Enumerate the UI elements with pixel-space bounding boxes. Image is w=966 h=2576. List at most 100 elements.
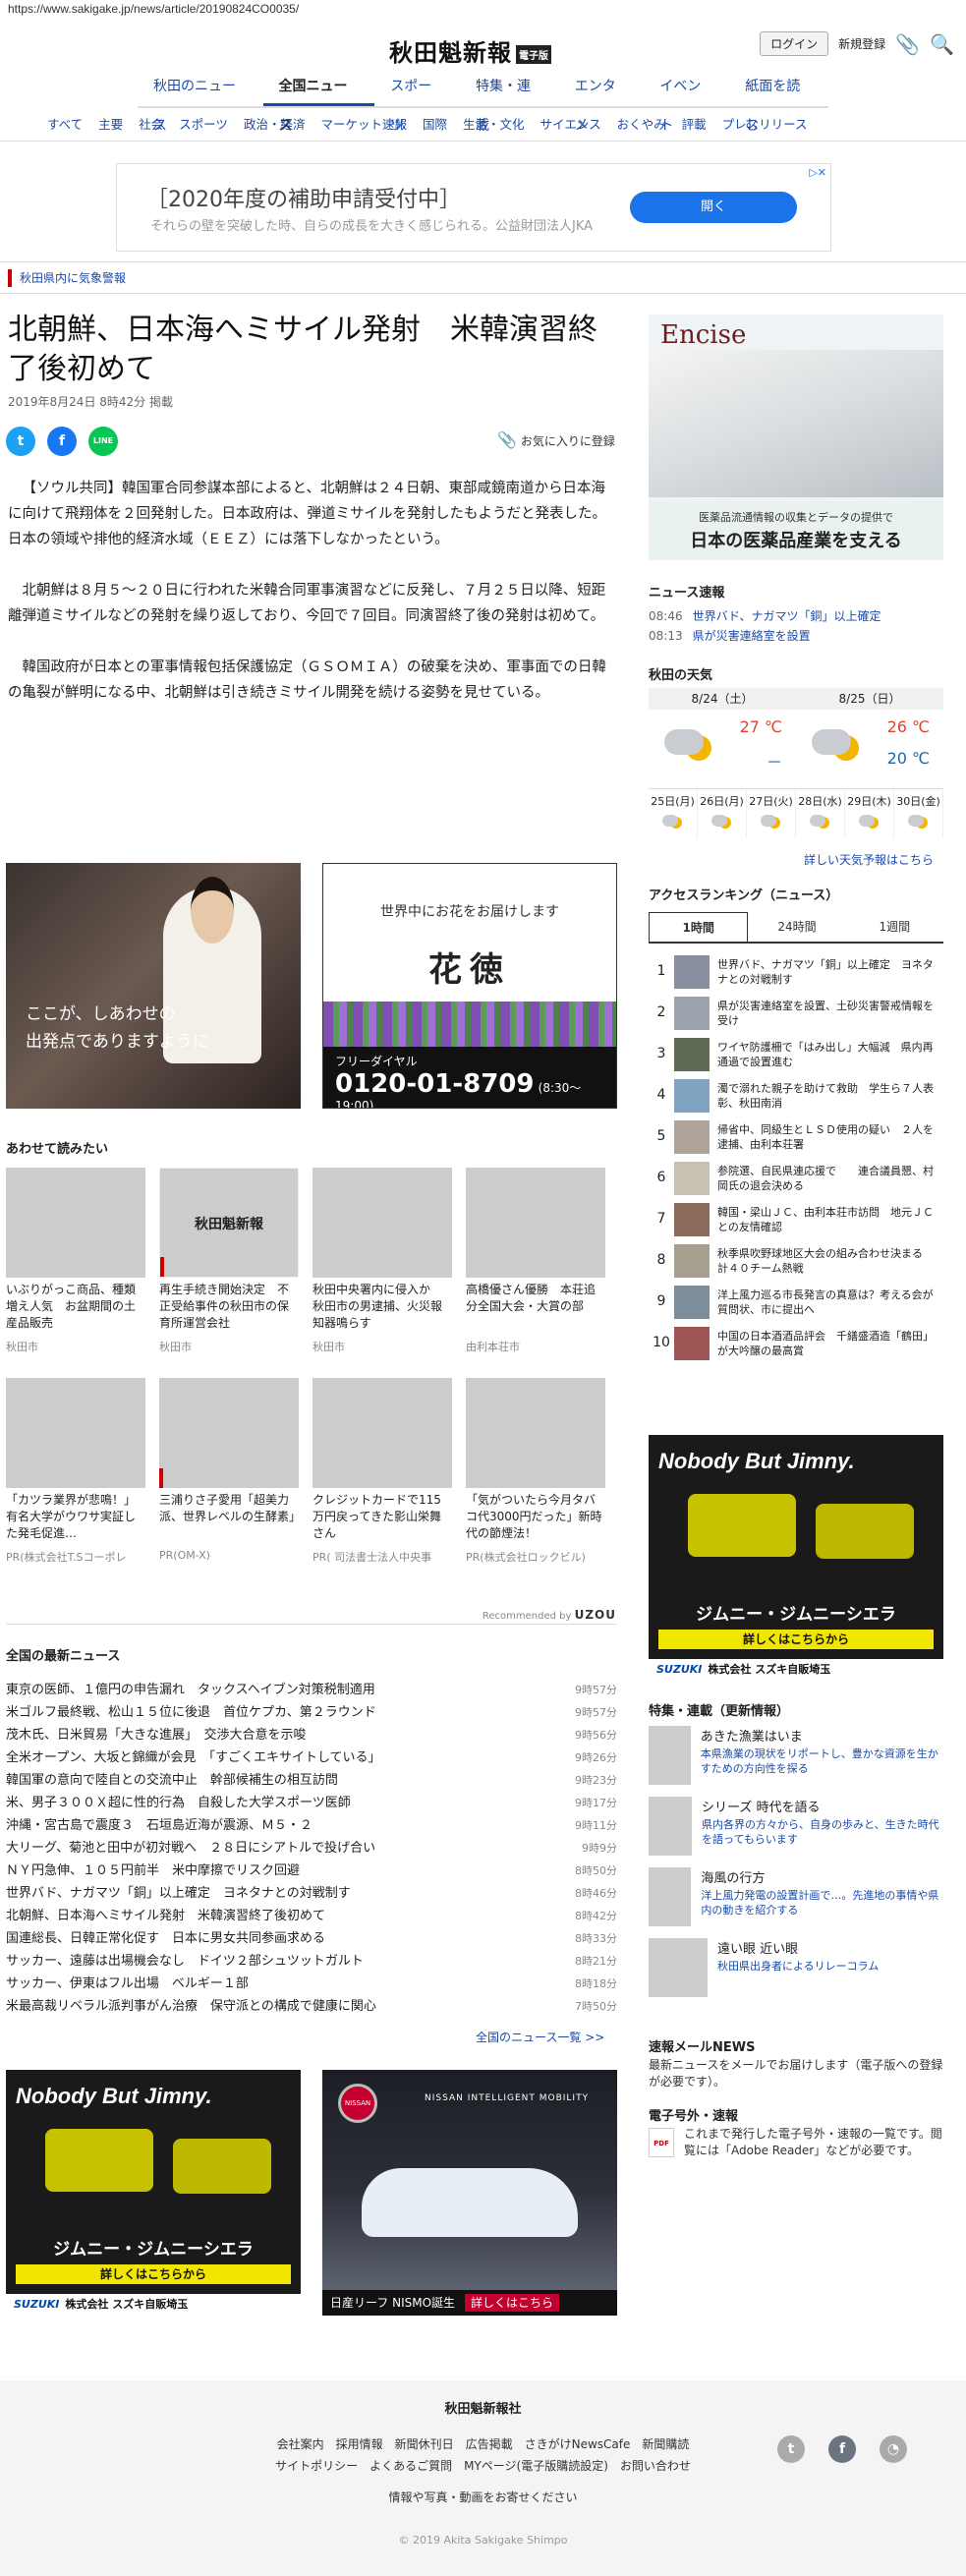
sub-nav-item[interactable]: 評載 — [674, 108, 714, 141]
main-nav-item[interactable]: スポーツ — [374, 67, 460, 134]
sub-nav-item[interactable]: 政治・経済 — [236, 108, 313, 141]
top-ad-banner[interactable]: ［2020年度の補助申請受付中］ それらの壁を突破した時、自らの成長を大きく感じ… — [116, 163, 831, 252]
footer-link[interactable]: 広告掲載 — [466, 2435, 513, 2452]
encise-ad[interactable]: Encise 医薬品流通情報の収集とデータの提供で 日本の医薬品産業を支える — [649, 315, 943, 560]
ranking-item[interactable]: 9 洋上風力巡る市長発言の真意は？考える会が質問状、市に提出へ — [649, 1286, 943, 1327]
ranking-tab[interactable]: 1週間 — [846, 912, 943, 942]
nissan-more-button[interactable]: 詳しくはこちら — [465, 2294, 560, 2312]
login-button[interactable]: ログイン — [760, 31, 829, 56]
sub-nav-item[interactable]: 社会 — [131, 108, 171, 141]
news-list-item[interactable]: サッカー、遠藤は出場機会なし ドイツ２部シュツットガルト 8時21分 — [6, 1950, 617, 1973]
sub-nav-item[interactable]: マーケット速報 — [313, 108, 415, 141]
main-nav-item[interactable]: 紙面を読む — [729, 67, 828, 134]
feature-item[interactable]: 遠い眼 近い眼 秋田県出身者によるリレーコラム — [649, 1938, 943, 2009]
flash-news-item[interactable]: 08:13 県が災害連絡室を設置 — [649, 627, 811, 644]
footer-link[interactable]: サイトポリシー — [275, 2457, 358, 2474]
favorite-link[interactable]: 📎 お気に入りに登録 — [497, 430, 615, 449]
footer-link[interactable]: さきがけNewsCafe — [525, 2435, 631, 2452]
footer-link[interactable]: 会社案内 — [277, 2435, 324, 2452]
adchoices-icon[interactable]: ▷✕ — [809, 166, 826, 179]
footer-link[interactable]: よくあるご質問 — [369, 2457, 452, 2474]
ad-open-button[interactable]: 開く — [630, 192, 797, 223]
news-list-item[interactable]: 米ゴルフ最終戦、松山１５位に後退 首位ケプカ、第２ラウンド 9時57分 — [6, 1701, 617, 1724]
sub-nav-item[interactable]: 主要 — [90, 108, 131, 141]
pr-card[interactable]: 三浦りさ子愛用「超美力派、世界レベルの生酵素」 PR(OM-X) — [159, 1378, 299, 1565]
ranking-item[interactable]: 5 帰省中、同級生とＬＳＤ使用の疑い ２人を逮捕、由利本荘署 — [649, 1120, 943, 1162]
pr-card[interactable]: 「気がついたら今月タバコ代3000円だった」新時代の節煙法！ PR(株式会社ロック… — [466, 1378, 605, 1565]
footer-link[interactable]: MYページ(電子版購読設定) — [464, 2457, 608, 2474]
nissan-ad[interactable]: NISSAN NISSAN INTELLIGENT MOBILITY 日産リーフ… — [322, 2070, 617, 2316]
ranking-item[interactable]: 1 世界バド、ナガマツ「銅」以上確定 ヨネタナとの対戦制す — [649, 955, 943, 997]
feature-item[interactable]: あきた漁業はいま 本県漁業の現状をリポートし、豊かな資源を生かすための方向性を探る — [649, 1726, 943, 1797]
ranking-item[interactable]: 10 中国の日本酒酒品評会 千繕盛酒造「鶴田」が大吟醸の最高賞 — [649, 1327, 943, 1368]
rss-icon[interactable]: ◔ — [880, 2435, 907, 2463]
news-list-item[interactable]: 東京の医師、１億円の申告漏れ タックスヘイブン対策税制適用 9時57分 — [6, 1679, 617, 1701]
sub-nav-item[interactable]: プレスリリース — [714, 108, 816, 141]
related-card[interactable]: 高橋優さん優勝 本荘追分全国大会・大賞の部 由利本荘市 — [466, 1168, 605, 1354]
ranking-tab[interactable]: 24時間 — [748, 912, 845, 942]
footer-link[interactable]: 情報や写真・動画をお寄せください — [388, 2489, 577, 2505]
funeral-ad[interactable]: ここが、しあわせの 出発点でありますように — [6, 863, 301, 1109]
news-list-item[interactable]: ＮＹ円急伸、１０５円前半 米中摩擦でリスク回避 8時50分 — [6, 1860, 617, 1882]
news-list-item[interactable]: 韓国軍の意向で陸自との交流中止 幹部候補生の相互訪問 9時23分 — [6, 1769, 617, 1792]
register-link[interactable]: 新規登録 — [838, 35, 885, 52]
facebook-icon[interactable]: f — [828, 2435, 856, 2463]
main-nav-item[interactable]: 全国ニュース — [262, 67, 375, 134]
twitter-icon[interactable]: t — [777, 2435, 805, 2463]
pr-card[interactable]: 「カツラ業界が悲鳴！」有名大学がウワサ実証した発毛促進… PR(株式会社T.Sコー… — [6, 1378, 145, 1565]
latest-news-more-link[interactable]: 全国のニュース一覧 >> — [476, 2029, 604, 2045]
news-list-item[interactable]: 米最高裁リベラル派判事がん治療 保守派との構成で健康に関心 7時50分 — [6, 1995, 617, 2018]
footer-link[interactable]: 新聞休刊日 — [395, 2435, 454, 2452]
footer-link[interactable]: 新聞購読 — [642, 2435, 689, 2452]
facebook-share-icon[interactable]: f — [47, 427, 77, 456]
jimny-more-button[interactable]: 詳しくはこちらから — [658, 1630, 934, 1649]
line-share-icon[interactable]: LINE — [88, 427, 118, 456]
news-list-item[interactable]: 茂木氏、日米貿易「大きな進展」 交渉大合意を示唆 9時56分 — [6, 1724, 617, 1746]
news-list-item[interactable]: サッカー、伊東はフル出場 ベルギー１部 8時18分 — [6, 1973, 617, 1995]
twitter-share-icon[interactable]: t — [6, 427, 35, 456]
extra-edition-box[interactable]: 電子号外・速報 PDF これまで発行した電子号外・速報の一覧です。閲覧には「Ado… — [649, 2105, 943, 2159]
news-list-item[interactable]: 全米オープン、大坂と錦織が会見 「すごくエキサイトしている」 9時26分 — [6, 1746, 617, 1769]
news-list-item[interactable]: 北朝鮮、日本海へミサイル発射 米韓演習終了後初めて 8時42分 — [6, 1905, 617, 1927]
main-nav-item[interactable]: 特集・連載 — [460, 67, 559, 134]
search-icon[interactable]: 🔍 — [930, 32, 954, 56]
ranking-item[interactable]: 4 濁で溺れた親子を助けて救助 学生ら７人表彰、秋田南消 — [649, 1079, 943, 1120]
main-nav-item[interactable]: イベント — [644, 67, 729, 134]
clip-icon[interactable]: 📎 — [895, 32, 920, 56]
footer-link[interactable]: 採用情報 — [336, 2435, 383, 2452]
weather-alert-link[interactable]: 秋田県内に気象警報 — [8, 269, 126, 287]
ranking-item[interactable]: 2 県が災害連絡室を設置、土砂災害警戒情報を受け — [649, 997, 943, 1038]
feature-item[interactable]: 海風の行方 洋上風力発電の設置計画で…。先進地の事情や県内の動きを紹介する — [649, 1867, 943, 1938]
main-nav-item[interactable]: エンタメ — [559, 67, 645, 134]
news-list-item[interactable]: 米、男子３００Ｘ超に性的行為 自殺した大学スポーツ医師 9時17分 — [6, 1792, 617, 1814]
sub-nav-item[interactable]: 生活・文化 — [455, 108, 533, 141]
sub-nav-item[interactable]: おくやみ — [609, 108, 674, 141]
jimny-ad-right[interactable]: Nobody But Jimny. ジムニー・ジムニーシエラ 詳しくはこちらから… — [649, 1435, 943, 1681]
sub-nav-item[interactable]: 国際 — [415, 108, 455, 141]
mail-news-box[interactable]: 速報メールNEWS 最新ニュースをメールでお届けします（電子版への登録が必要です… — [649, 2036, 943, 2090]
weather-detail-link[interactable]: 詳しい天気予報はこちら — [804, 851, 934, 868]
related-card[interactable]: いぶりがっこ商品、種類増え人気 お盆期間の土産品販売 秋田市 — [6, 1168, 145, 1354]
news-list-item[interactable]: 大リーグ、菊池と田中が初対戦へ ２８日にシアトルで投げ合い 9時9分 — [6, 1837, 617, 1860]
sub-nav-item[interactable]: すべて — [39, 108, 90, 141]
ranking-item[interactable]: 6 参院選、自民県連応援で 連合議員懇、村岡氏の退会決める — [649, 1162, 943, 1203]
related-card[interactable]: 秋田中央署内に侵入か 秋田市の男逮捕、火災報知器鳴らす 秋田市 — [313, 1168, 452, 1354]
flower-shop-ad[interactable]: 世界中にお花をお届けします 花徳 フリーダイヤル 0120-01-8709 (8… — [322, 863, 617, 1109]
sub-nav-item[interactable]: サイエンス — [533, 108, 609, 141]
ranking-tab[interactable]: 1時間 — [649, 912, 749, 942]
feature-item[interactable]: シリーズ 時代を語る 県内各界の方々から、自身の歩みと、生きた時代を語ってもらいま… — [649, 1797, 943, 1867]
news-list-item[interactable]: 世界バド、ナガマツ「銅」以上確定 ヨネタナとの対戦制す 8時46分 — [6, 1882, 617, 1905]
jimny-more-button[interactable]: 詳しくはこちらから — [16, 2264, 291, 2284]
related-card[interactable]: 秋田魁新報 再生手続き開始決定 不正受給事件の秋田市の保育所運営会社 秋田市 — [159, 1168, 299, 1354]
site-logo[interactable]: 秋田魁新報 電子版 — [389, 33, 551, 68]
recommended-by[interactable]: Recommended by UZOU — [483, 1608, 616, 1622]
jimny-ad-left[interactable]: Nobody But Jimny. ジムニー・ジムニーシエラ 詳しくはこちらから… — [6, 2070, 301, 2316]
pr-card[interactable]: クレジットカードで115万円戻ってきた影山栄舞さん PR( 司法書士法人中央事 — [313, 1378, 452, 1565]
sub-nav-item[interactable]: スポーツ — [171, 108, 236, 141]
footer-link[interactable]: お問い合わせ — [620, 2457, 691, 2474]
ranking-item[interactable]: 3 ワイヤ防護柵で「はみ出し」大幅減 県内再通過で設置進む — [649, 1038, 943, 1079]
flash-news-item[interactable]: 08:46 世界バド、ナガマツ「銅」以上確定 — [649, 607, 881, 624]
news-list-item[interactable]: 沖縄・宮古島で震度３ 石垣島近海が震源、Ｍ５・２ 9時11分 — [6, 1814, 617, 1837]
ranking-item[interactable]: 8 秋季県吹野球地区大会の組み合わせ決まる 計４０チーム熱戦 — [649, 1244, 943, 1286]
news-list-item[interactable]: 国連総長、日韓正常化促す 日本に男女共同参画求める 8時33分 — [6, 1927, 617, 1950]
